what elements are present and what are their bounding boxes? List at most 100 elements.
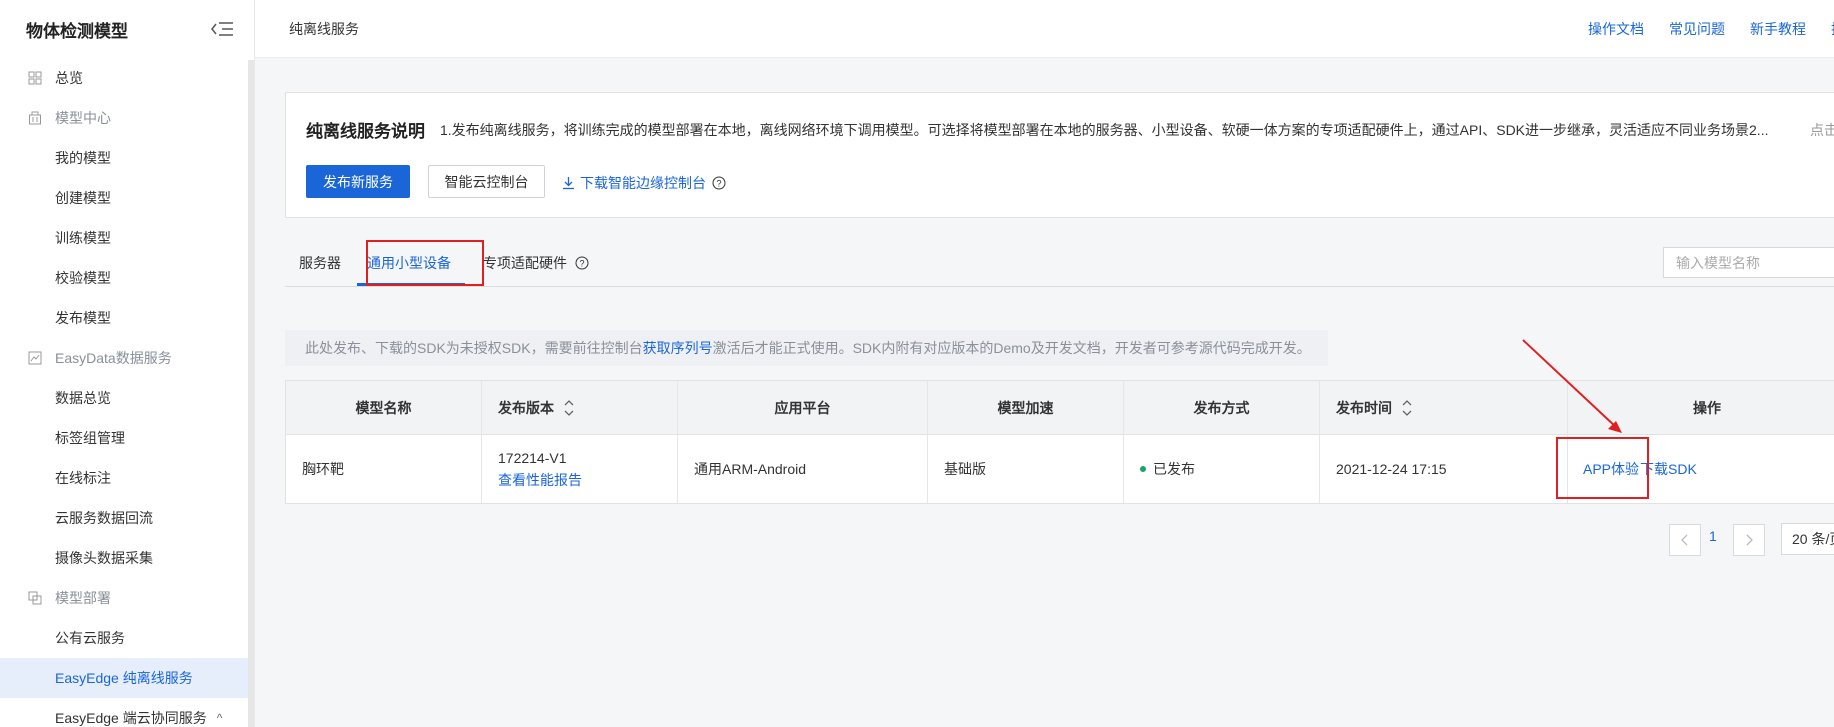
tutorial-link[interactable]: 新手教程 [1750,19,1806,39]
sidebar-item-label: 在线标注 [55,470,111,486]
sidebar-item-validate-model[interactable]: 校验模型 [0,258,254,298]
notice-text-before: 此处发布、下载的SDK为未授权SDK，需要前往控制台 [305,340,643,356]
header-platform: 应用平台 [678,381,928,434]
sidebar-item-train-model[interactable]: 训练模型 [0,218,254,258]
sidebar: 物体检测模型 总览 模型中心 我的模型 创建模型 训练模型 校验模型 发布模型 … [0,0,255,727]
sidebar-item-label: 校验模型 [55,270,111,286]
sidebar-menu: 总览 模型中心 我的模型 创建模型 训练模型 校验模型 发布模型 EasyDat… [0,58,254,727]
header-publish-method: 发布方式 [1124,381,1320,434]
download-edge-console-link[interactable]: 下载智能边缘控制台 ? [562,173,731,193]
download-icon [563,177,574,190]
sidebar-item-label: 总览 [55,70,83,86]
chevron-left-icon [1681,534,1688,546]
chevron-up-icon[interactable]: ^ [217,711,223,725]
cloud-console-button[interactable]: 智能云控制台 [428,165,545,198]
download-sdk-link[interactable]: 下载SDK [1640,459,1697,479]
tab-label: 专项适配硬件 [483,255,567,271]
prev-page-button[interactable] [1669,524,1701,556]
status-dot-icon [1140,466,1146,472]
page-size-select[interactable]: 20 条/页 [1781,523,1834,555]
cell-actions: APP体验 下载SDK [1568,435,1834,503]
info-description: 1.发布纯离线服务，将训练完成的模型部署在本地，离线网络环境下调用模型。可选择将… [440,122,1769,138]
cell-version: 172214-V1 查看性能报告 [482,435,678,503]
help-icon[interactable]: ? [575,256,589,270]
header-label: 操作 [1693,399,1721,416]
app-experience-link[interactable]: APP体验 [1583,459,1639,479]
page-number[interactable]: 1 [1709,528,1717,544]
collapse-menu-icon[interactable] [210,19,236,39]
info-more-link[interactable]: 点击 [1810,120,1834,140]
sidebar-item-label: EasyEdge 端云协同服务 [55,710,207,726]
sidebar-item-my-models[interactable]: 我的模型 [0,138,254,178]
sidebar-item-camera-collection[interactable]: 摄像头数据采集 [0,538,254,578]
sidebar-item-easyedge-offline[interactable]: EasyEdge 纯离线服务 [0,658,254,698]
sidebar-item-label: 摄像头数据采集 [55,550,153,566]
version-value: 172214-V1 [498,450,567,466]
sidebar-item-label: 公有云服务 [55,630,125,646]
sidebar-group-label: 模型中心 [55,110,111,126]
get-serial-number-link[interactable]: 获取序列号 [643,338,713,358]
header-label: 模型加速 [997,399,1054,416]
header-publish-time[interactable]: 发布时间 [1320,381,1568,434]
publish-new-service-button[interactable]: 发布新服务 [306,165,410,198]
table-header: 模型名称 发布版本 应用平台 模型加速 发布方式 发布时间 操作 [286,381,1834,435]
sidebar-item-label: 数据总览 [55,390,111,406]
sidebar-item-data-overview[interactable]: 数据总览 [0,378,254,418]
active-tab-indicator [357,283,465,286]
view-performance-report-link[interactable]: 查看性能报告 [498,469,582,491]
cube-icon [28,111,42,125]
sort-icon[interactable] [1401,398,1413,418]
sidebar-item-label: EasyEdge 纯离线服务 [55,670,193,686]
info-title: 纯离线服务说明 [306,122,425,141]
cell-time: 2021-12-24 17:15 [1320,435,1568,503]
status-badge: 已发布 [1153,461,1195,477]
header-label: 模型名称 [355,399,412,416]
sidebar-item-public-cloud[interactable]: 公有云服务 [0,618,254,658]
sidebar-item-label: 训练模型 [55,230,111,246]
header-label: 发布方式 [1193,399,1250,416]
sidebar-item-cloud-data-return[interactable]: 云服务数据回流 [0,498,254,538]
header-links: 操作文档 常见问题 新手教程 技 [1588,0,1834,58]
faq-link[interactable]: 常见问题 [1669,19,1725,39]
sidebar-item-overview[interactable]: 总览 [0,58,254,98]
sidebar-group-label: 模型部署 [55,590,111,606]
sidebar-item-publish-model[interactable]: 发布模型 [0,298,254,338]
chevron-right-icon [1746,534,1753,546]
acceleration-value: 基础版 [944,461,986,477]
tab-dedicated-hardware[interactable]: 专项适配硬件 ? [483,253,589,273]
header-version[interactable]: 发布版本 [482,381,678,434]
sidebar-item-label: 发布模型 [55,310,111,326]
table-row: 胸环靶 172214-V1 查看性能报告 通用ARM-Android 基础版 已… [286,435,1834,503]
device-tabs: 服务器 通用小型设备 专项适配硬件 ? [285,238,1834,287]
page-size-value: 20 条/页 [1792,531,1834,547]
sidebar-item-create-model[interactable]: 创建模型 [0,178,254,218]
cell-platform: 通用ARM-Android [678,435,928,503]
help-icon[interactable]: ? [712,176,731,190]
tab-general-small-device[interactable]: 通用小型设备 [367,253,451,273]
sidebar-title: 物体检测模型 [26,21,128,41]
sidebar-group-model-center: 模型中心 [0,98,254,138]
next-page-button[interactable] [1733,524,1765,556]
sort-icon[interactable] [563,398,575,418]
chart-icon [28,351,42,365]
model-name: 胸环靶 [302,461,344,477]
sidebar-item-easyedge-cloud-edge[interactable]: EasyEdge 端云协同服务 ^ [0,698,254,727]
header-actions: 操作 [1568,381,1834,434]
model-search-input[interactable] [1663,247,1834,278]
svg-text:?: ? [579,259,584,269]
deploy-icon [28,591,42,605]
sidebar-item-label-groups[interactable]: 标签组管理 [0,418,254,458]
service-table: 模型名称 发布版本 应用平台 模型加速 发布方式 发布时间 操作 胸环靶 172… [285,380,1834,504]
publish-time-value: 2021-12-24 17:15 [1336,461,1447,477]
sidebar-item-online-labeling[interactable]: 在线标注 [0,458,254,498]
notice-text-after: 激活后才能正式使用。SDK内附有对应版本的Demo及开发文档，开发者可参考源代码… [712,340,1311,356]
sidebar-scrollbar[interactable] [248,60,254,727]
sidebar-item-label: 我的模型 [55,150,111,166]
tab-server[interactable]: 服务器 [299,253,341,273]
breadcrumb: 纯离线服务 [289,20,359,37]
sidebar-group-deployment: 模型部署 [0,578,254,618]
docs-link[interactable]: 操作文档 [1588,19,1644,39]
header-acceleration: 模型加速 [928,381,1124,434]
sidebar-item-label: 创建模型 [55,190,111,206]
sidebar-group-easydata: EasyData数据服务 [0,338,254,378]
